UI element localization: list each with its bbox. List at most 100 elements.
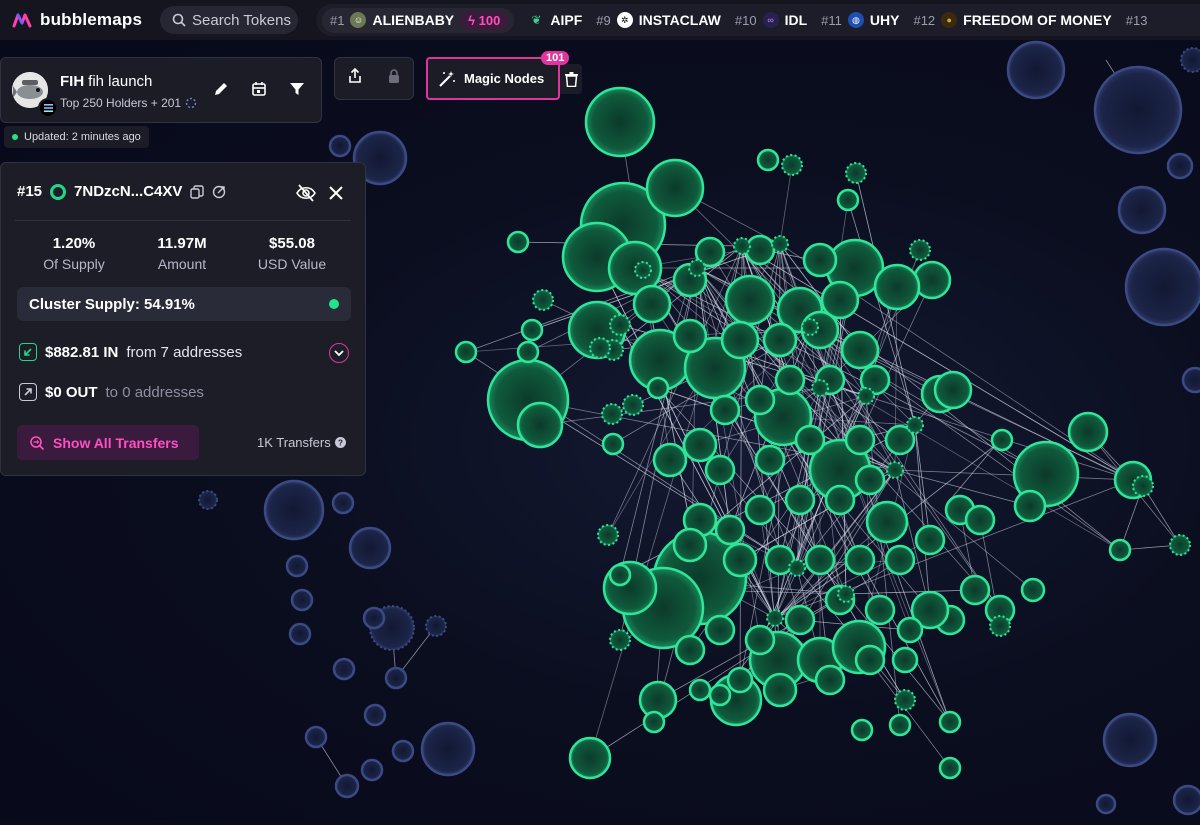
cluster-bubble[interactable] [762,672,798,708]
holder-bubble[interactable] [290,588,314,612]
cluster-bubble[interactable] [632,284,672,324]
cluster-bubble[interactable] [1108,538,1132,562]
cluster-bubble[interactable] [506,230,530,254]
holder-bubble[interactable] [1180,47,1200,73]
clear-magic-nodes-button[interactable] [560,64,582,94]
holder-bubble[interactable] [1181,366,1200,394]
edit-button[interactable] [210,78,232,100]
magic-nodes-button[interactable]: Magic Nodes [426,57,560,100]
cluster-bubble[interactable] [1169,534,1191,556]
cluster-bubble[interactable] [720,320,760,360]
cluster-bubble[interactable] [894,689,916,711]
holder-bubble[interactable] [363,703,387,727]
cluster-bubble[interactable] [1067,411,1109,453]
trending-item-freedom-of-money[interactable]: #12 ● FREEDOM OF MONEY [913,12,1112,28]
cluster-bubble[interactable] [884,544,916,576]
token-subtitle[interactable]: Top 250 Holders + 201 [60,96,197,110]
lock-button[interactable] [386,68,402,89]
hub-node[interactable] [766,609,784,627]
hub-node[interactable] [906,416,924,434]
wallet-address[interactable]: 7NDzcN...C4XV [74,183,182,200]
cluster-bubble[interactable] [726,666,754,694]
cluster-bubble[interactable] [804,544,836,576]
calendar-button[interactable] [248,78,270,100]
cluster-bubble[interactable] [520,318,544,342]
cluster-bubble[interactable] [688,678,712,702]
close-icon[interactable] [329,186,343,200]
cluster-bubble[interactable] [601,432,625,456]
cluster-bubble[interactable] [642,710,666,734]
cluster-bubble[interactable] [850,718,874,742]
holder-bubble[interactable] [362,606,386,630]
cluster-bubble[interactable] [597,524,619,546]
cluster-bubble[interactable] [1020,577,1046,603]
holder-bubble[interactable] [304,725,328,749]
hub-node[interactable] [886,461,904,479]
holder-bubble[interactable] [1095,793,1117,815]
holder-bubble[interactable] [1093,65,1183,155]
cluster-bubble[interactable] [844,544,876,576]
cluster-bubble[interactable] [609,629,631,651]
cluster-bubble[interactable] [938,756,962,780]
holder-bubble[interactable] [331,491,355,515]
holder-bubble[interactable] [1006,40,1066,100]
cluster-bubble[interactable] [756,148,780,172]
holder-bubble[interactable] [425,615,447,637]
holder-bubble[interactable] [263,479,325,541]
cluster-bubble[interactable] [646,376,670,400]
holder-bubble[interactable] [288,622,312,646]
holder-bubble[interactable] [328,134,352,158]
hub-node[interactable] [733,237,751,255]
cluster-bubble[interactable] [532,289,554,311]
holder-bubble[interactable] [198,490,218,510]
holder-bubble[interactable] [420,721,476,777]
hub-node[interactable] [788,559,806,577]
cluster-bubble[interactable] [774,364,806,396]
holder-bubble[interactable] [334,773,360,799]
cluster-bubble[interactable] [873,263,921,311]
trending-item-alienbaby[interactable]: #1 ☺ ALIENBABY ϟ 100 [322,7,515,33]
search-input[interactable]: Search Tokens [160,6,298,34]
hub-node[interactable] [771,235,789,253]
cluster-bubble[interactable] [709,394,741,426]
cluster-bubble[interactable] [865,500,909,544]
cluster-bubble[interactable] [781,154,803,176]
expand-inflow-button[interactable] [329,343,349,363]
holder-bubble[interactable] [1124,247,1200,327]
holder-bubble[interactable] [360,758,384,782]
cluster-bubble[interactable] [454,340,478,364]
cluster-bubble[interactable] [682,427,718,463]
cluster-bubble[interactable] [708,683,732,707]
cluster-bubble[interactable] [891,646,919,674]
outflow-row[interactable]: $0 OUT to 0 addresses [19,383,204,401]
cluster-bubble[interactable] [584,86,656,158]
cluster-bubble[interactable] [714,514,746,546]
holder-bubble[interactable] [332,657,356,681]
trending-item-13[interactable]: #13 [1126,13,1148,28]
cluster-bubble[interactable] [645,158,705,218]
cluster-bubble[interactable] [989,615,1011,637]
cluster-bubble[interactable] [704,454,736,486]
holder-bubble[interactable] [1117,185,1167,235]
cluster-bubble[interactable] [844,424,876,456]
cluster-bubble[interactable] [609,314,631,336]
external-link-icon[interactable] [212,185,226,199]
cluster-bubble[interactable] [864,594,896,626]
trending-item-uhy[interactable]: #11 ◍ UHY [821,12,899,28]
cluster-bubble[interactable] [516,340,540,364]
boost-badge[interactable]: ϟ 100 [460,10,509,30]
cluster-bubble[interactable] [674,634,706,666]
cluster-bubble[interactable] [622,394,644,416]
cluster-bubble[interactable] [933,370,973,410]
cluster-bubble[interactable] [938,710,962,734]
holder-bubble[interactable] [384,666,408,690]
cluster-bubble[interactable] [854,644,886,676]
cluster-bubble[interactable] [744,624,776,656]
hub-node[interactable] [688,259,706,277]
cluster-bubble[interactable] [704,614,736,646]
cluster-bubble[interactable] [909,239,931,261]
holder-bubble[interactable] [1172,784,1200,816]
hub-node[interactable] [801,318,819,336]
inflow-row[interactable]: $882.81 IN from 7 addresses [19,343,242,361]
cluster-bubble[interactable] [854,464,886,496]
